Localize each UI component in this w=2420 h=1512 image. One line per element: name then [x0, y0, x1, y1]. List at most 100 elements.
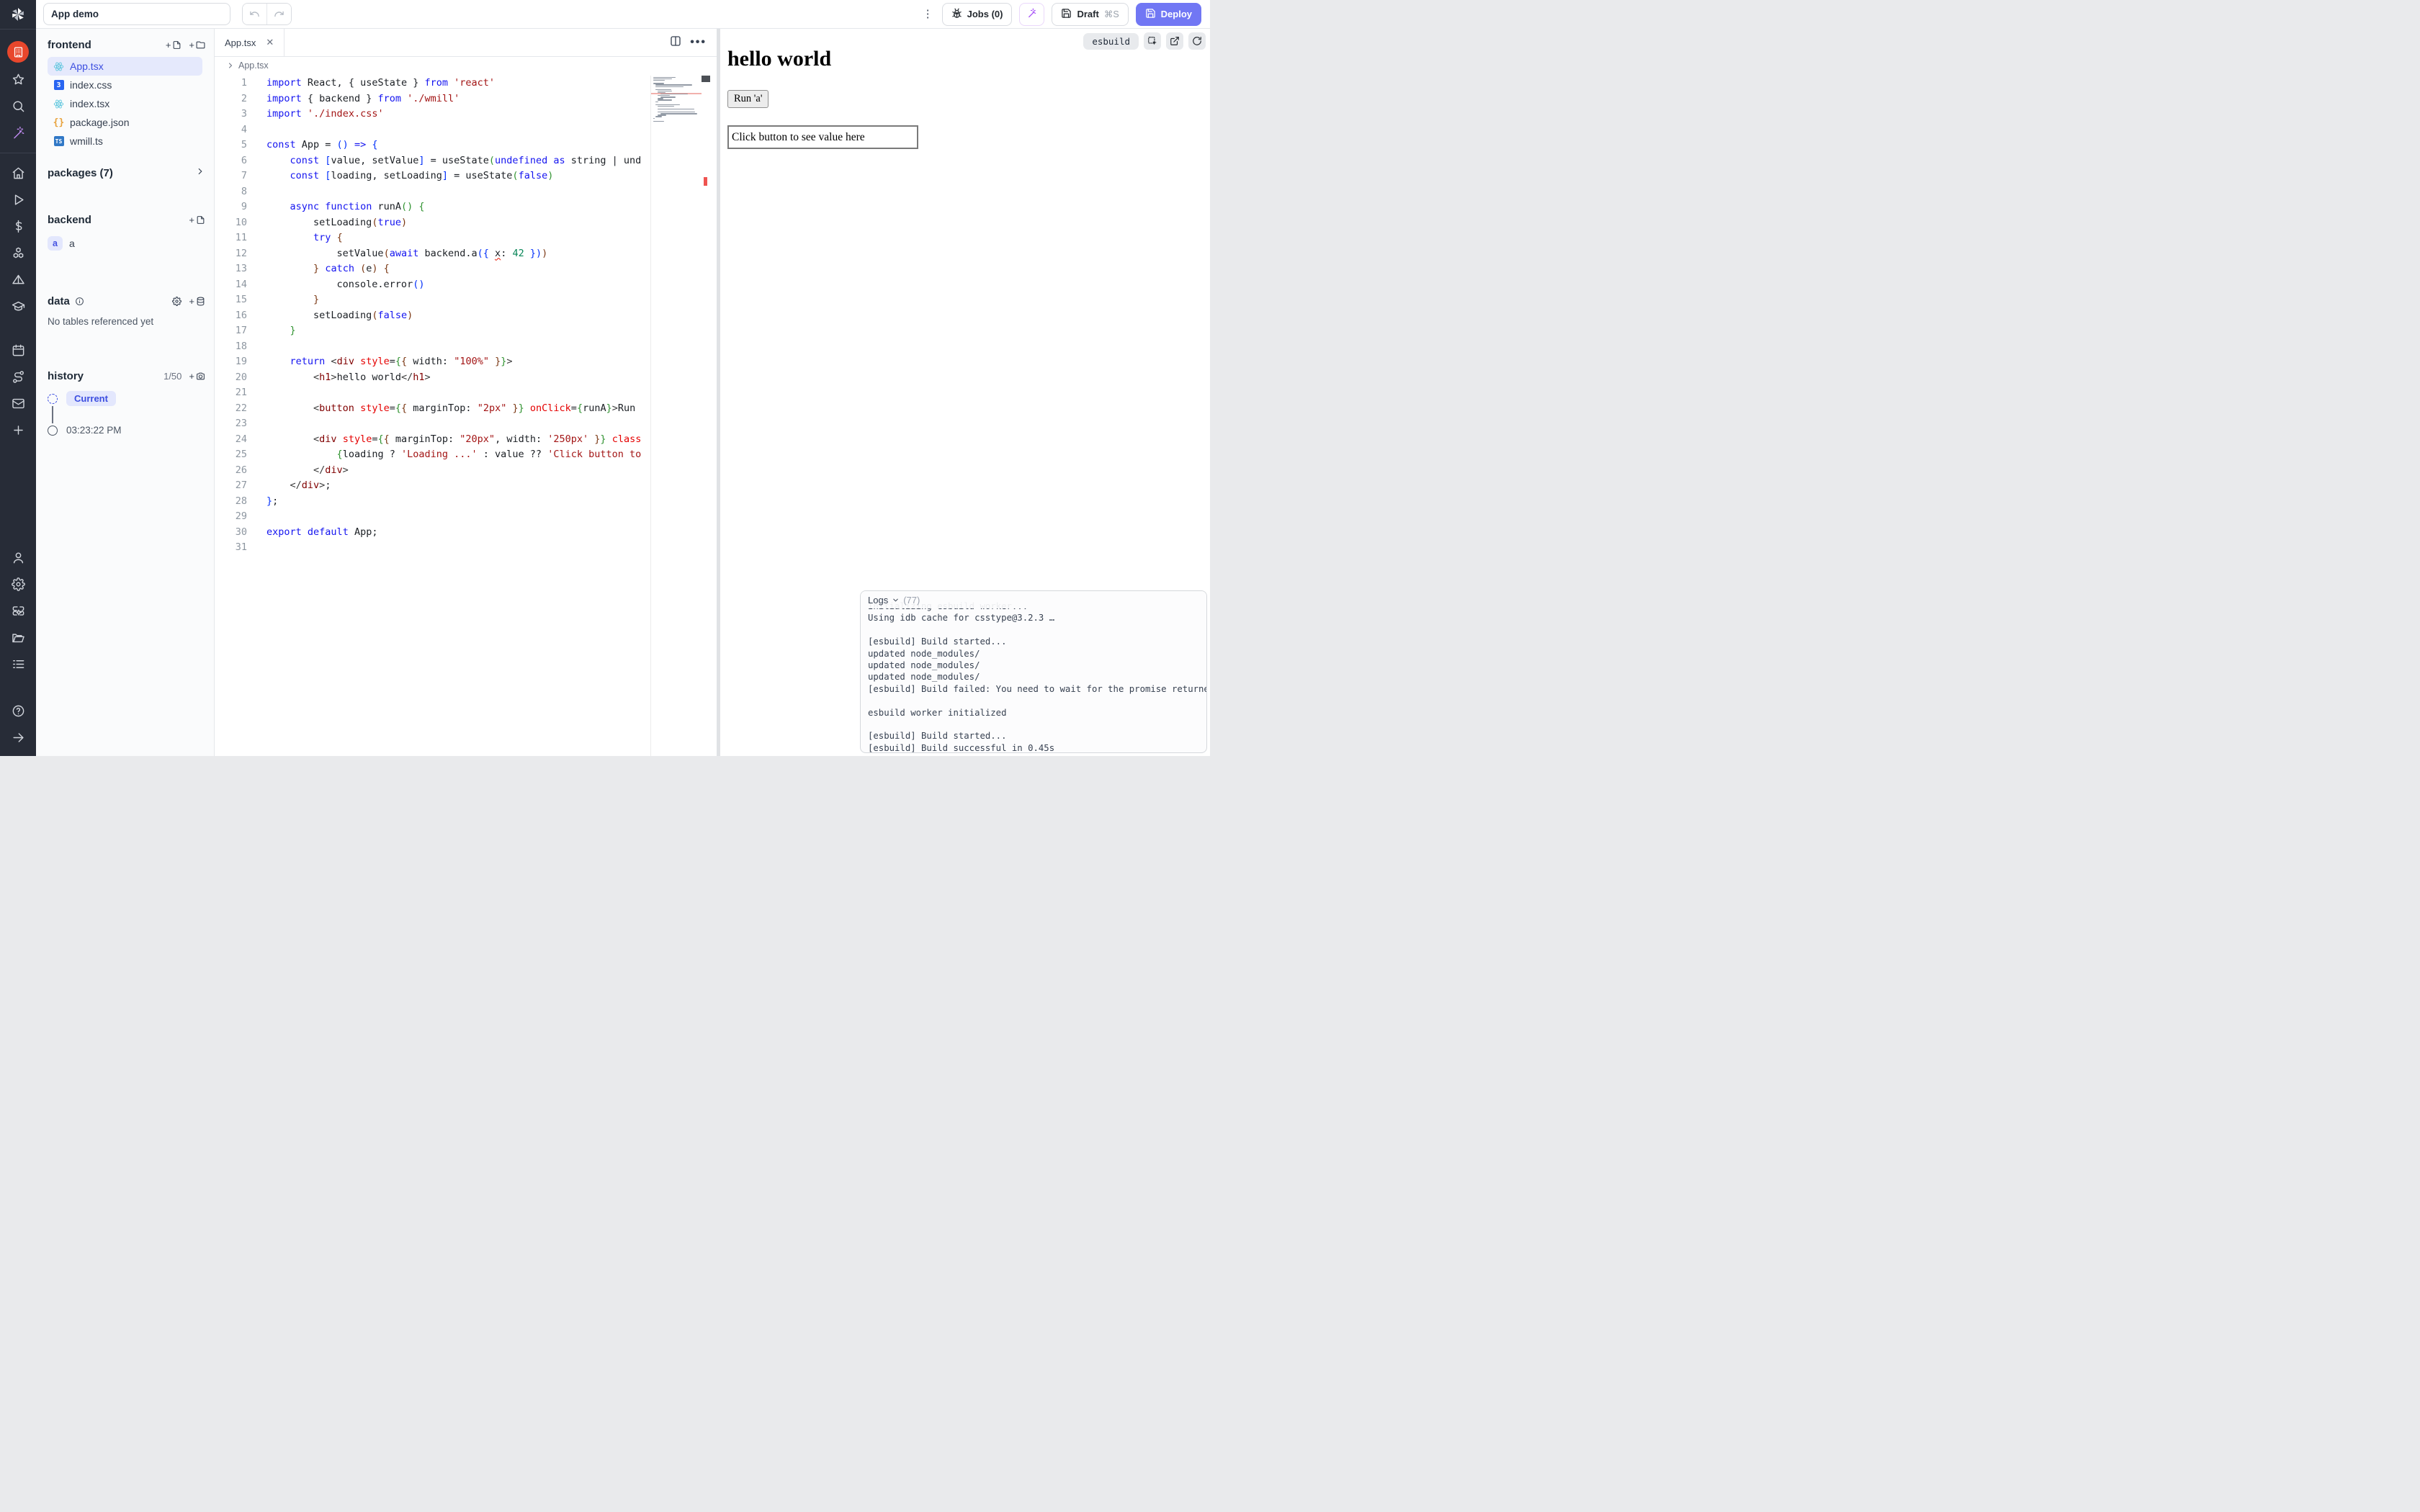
add-snapshot-button[interactable]: + [189, 371, 205, 382]
deploy-button[interactable]: Deploy [1136, 3, 1201, 26]
boxes-icon[interactable] [10, 245, 26, 261]
play-icon[interactable] [10, 192, 26, 207]
folder-icon[interactable] [10, 629, 26, 645]
code-line-5: 5const App = () => { [215, 138, 650, 153]
add-backend-script-button[interactable]: + [189, 215, 205, 225]
editor-tab-bar: App.tsx ✕ ••• [215, 29, 717, 57]
preview-controls: esbuild [1083, 32, 1206, 50]
close-tab-icon[interactable]: ✕ [266, 37, 274, 48]
log-line [868, 719, 1206, 730]
undo-button[interactable] [243, 4, 266, 24]
mail-icon[interactable] [10, 395, 26, 411]
list-icon[interactable] [10, 656, 26, 672]
draft-button[interactable]: Draft ⌘S [1052, 3, 1128, 26]
code-line-17: 17 } [215, 323, 650, 339]
calendar-icon[interactable] [10, 342, 26, 358]
undo-redo-group [242, 3, 292, 25]
logs-panel[interactable]: Logs (77) Initializing esbuild worker...… [860, 590, 1207, 753]
file-label: wmill.ts [70, 135, 103, 147]
backend-item-a[interactable]: a a [48, 236, 205, 251]
more-menu-icon[interactable]: ⋮ [923, 9, 933, 19]
tab-app-tsx[interactable]: App.tsx ✕ [215, 29, 284, 56]
history-title: history [48, 370, 84, 382]
jobs-button[interactable]: Jobs (0) [942, 3, 1013, 26]
code-line-21: 21 [215, 385, 650, 401]
data-title: data [48, 295, 70, 307]
code-line-29: 29 [215, 509, 650, 525]
topbar-actions: ⋮ Jobs (0) Draft ⌘S Deploy [923, 3, 1210, 26]
plus-icon[interactable] [10, 422, 26, 438]
timeline-connector [52, 406, 53, 423]
data-settings-button[interactable] [172, 297, 182, 306]
code-line-24: 24 <div style={{ marginTop: "20px", widt… [215, 432, 650, 448]
log-line: esbuild worker initialized [868, 707, 1206, 719]
app-name-input[interactable] [43, 3, 230, 25]
file-label: App.tsx [70, 60, 104, 72]
save-icon [1061, 8, 1072, 21]
code-line-12: 12 setValue(await backend.a({ x: 42 })) [215, 246, 650, 262]
draft-label: Draft [1077, 9, 1098, 19]
star-icon[interactable] [10, 71, 26, 87]
refresh-button[interactable] [1188, 32, 1206, 50]
add-file-button[interactable]: + [166, 40, 182, 50]
logs-output[interactable]: Initializing esbuild worker...Using idb … [868, 600, 1206, 752]
react-file-icon [53, 99, 64, 109]
pyramid-icon[interactable] [10, 271, 26, 287]
code-line-2: 2import { backend } from './wmill' [215, 91, 650, 107]
apps-icon[interactable] [7, 41, 29, 63]
arrow-right-icon[interactable] [10, 729, 26, 745]
current-version-icon [48, 394, 58, 404]
open-external-button[interactable] [1166, 32, 1183, 50]
file-item-index.css[interactable]: 3index.css [48, 76, 202, 94]
route-icon[interactable] [10, 369, 26, 384]
add-folder-button[interactable]: + [189, 40, 205, 50]
search-icon[interactable] [10, 98, 26, 114]
packages-row[interactable]: packages (7) [48, 166, 205, 179]
monaco-editor[interactable]: 1import React, { useState } from 'react'… [215, 74, 717, 756]
esbuild-badge[interactable]: esbuild [1083, 33, 1139, 50]
editor-more-icon[interactable]: ••• [690, 36, 707, 49]
help-circle-icon[interactable] [10, 703, 26, 719]
file-item-package.json[interactable]: {}package.json [48, 113, 202, 132]
breadcrumb-file: App.tsx [238, 60, 269, 71]
editor-tab-actions: ••• [670, 35, 717, 50]
code-line-27: 27 </div>; [215, 478, 650, 494]
dollar-sign-icon[interactable] [10, 218, 26, 234]
code-line-23: 23 [215, 416, 650, 432]
editor-scrollbar[interactable] [702, 76, 710, 756]
file-item-wmill.ts[interactable]: TSwmill.ts [48, 132, 202, 150]
run-a-button[interactable]: Run 'a' [727, 90, 768, 108]
history-timestamp[interactable]: 03:23:22 PM [66, 425, 122, 436]
logs-title[interactable]: Logs [868, 595, 888, 606]
log-line: [esbuild] Build started... [868, 730, 1206, 742]
user-icon[interactable] [10, 549, 26, 565]
save-icon [1145, 8, 1156, 21]
scrollbar-thumb[interactable] [702, 76, 710, 82]
file-item-App.tsx[interactable]: App.tsx [48, 57, 202, 76]
home-icon[interactable] [10, 165, 26, 181]
redo-button[interactable] [266, 4, 291, 24]
breadcrumb[interactable]: App.tsx [215, 57, 717, 74]
css-file-icon: 3 [53, 80, 64, 91]
ai-wand-button[interactable] [1019, 3, 1044, 26]
history-timeline: Current 03:23:22 PM [48, 391, 205, 436]
icon-sidebar [0, 0, 36, 756]
server-cog-icon[interactable] [10, 603, 26, 618]
windmill-logo-icon[interactable] [0, 0, 36, 29]
chevron-down-icon [892, 596, 900, 604]
code-line-3: 3import './index.css' [215, 107, 650, 122]
settings-icon[interactable] [10, 576, 26, 592]
history-current[interactable]: Current [66, 391, 116, 406]
logs-count: (77) [903, 595, 920, 606]
magic-wand-icon[interactable] [10, 125, 26, 140]
graduation-cap-icon[interactable] [10, 298, 26, 314]
file-item-index.tsx[interactable]: index.tsx [48, 94, 202, 113]
code-line-22: 22 <button style={{ marginTop: "2px" }} … [215, 401, 650, 417]
inspect-element-button[interactable] [1144, 32, 1161, 50]
code-line-6: 6 const [value, setValue] = useState(und… [215, 153, 650, 169]
add-table-button[interactable]: + [189, 296, 205, 307]
code-line-1: 1import React, { useState } from 'react' [215, 76, 650, 91]
minimap[interactable] [650, 76, 702, 756]
script-label: a [69, 238, 75, 249]
split-pane-icon[interactable] [670, 35, 681, 50]
